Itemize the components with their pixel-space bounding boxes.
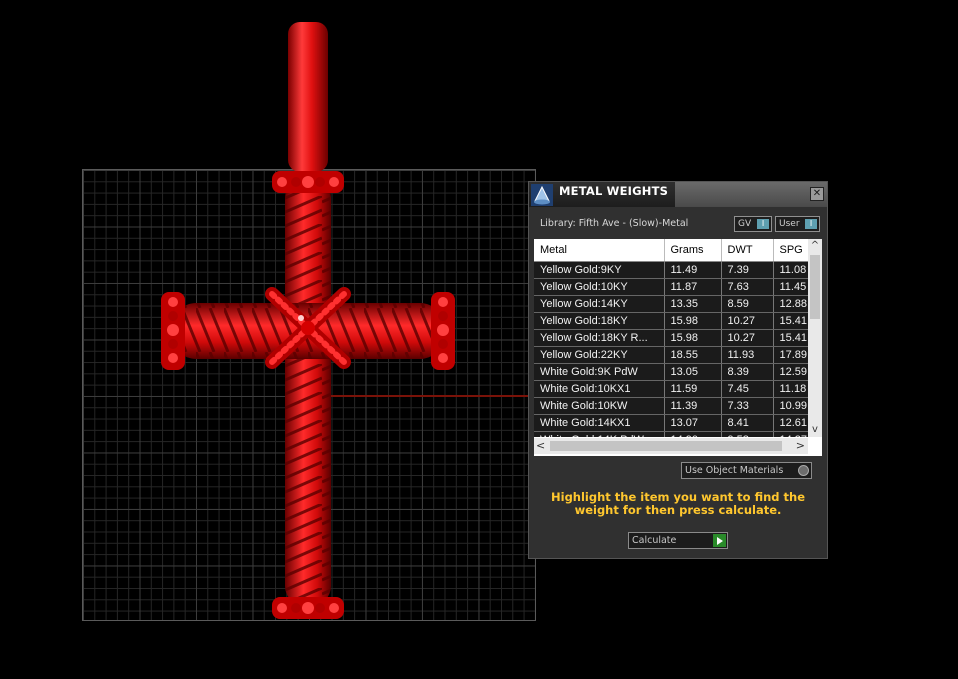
table-cell-spg: 10.99 [773, 397, 808, 415]
table-row[interactable]: White Gold:14KX1 13.07 8.41 12.61 [534, 414, 808, 432]
table-cell-dwt: 7.33 [721, 397, 774, 415]
calculate-label: Calculate [632, 535, 677, 546]
table-row[interactable]: Yellow Gold:22KY 18.55 11.93 17.89 [534, 346, 808, 364]
table-cell-spg: 15.41 [773, 329, 808, 347]
metal-table: Metal Grams DWT SPG Yellow Gold:9KY 11.49… [534, 239, 808, 437]
table-cell-spg: 11.18 [773, 380, 808, 398]
scroll-right-icon[interactable]: > [796, 439, 805, 452]
right-cap [431, 292, 455, 370]
scroll-left-icon[interactable]: < [536, 439, 545, 452]
table-cell-metal: Yellow Gold:10KY [534, 278, 665, 296]
table-row[interactable]: White Gold:14K PdW14.909.5814.37 [534, 431, 808, 437]
table-cell-grams: 13.05 [664, 363, 722, 381]
bail [288, 22, 328, 172]
table-cell-grams: 13.07 [664, 414, 722, 432]
table-cell-dwt: 8.59 [721, 295, 774, 313]
table-row[interactable]: Yellow Gold:14KY 13.35 8.59 12.88 [534, 295, 808, 313]
table-row[interactable]: Yellow Gold:18KY R... 15.98 10.27 15.41 [534, 329, 808, 347]
library-label: Library: Fifth Ave - (Slow)-Metal [540, 218, 689, 229]
table-cell-grams: 18.55 [664, 346, 722, 364]
table-cell-metal: Yellow Gold:18KY R... [534, 329, 665, 347]
use-object-materials-label: Use Object Materials [685, 465, 784, 476]
table-cell-spg: 11.45 [773, 278, 808, 296]
table-cell-grams: 11.59 [664, 380, 722, 398]
table-cell-metal: White Gold:14K PdW [534, 431, 665, 437]
gv-toggle-label: GV [738, 219, 752, 229]
table-cell-spg: 15.41 [773, 312, 808, 330]
scale-icon [531, 184, 553, 206]
scroll-down-icon[interactable]: v [808, 423, 822, 437]
metal-weights-panel: METAL WEIGHTS ✕ Library: Fifth Ave - (Sl… [528, 181, 828, 559]
table-cell-grams: 11.49 [664, 261, 722, 279]
table-header: Metal Grams DWT SPG [534, 239, 808, 262]
radio-knob-icon[interactable] [798, 465, 809, 476]
top-cap [272, 171, 344, 193]
table-cell-dwt: 9.58 [721, 431, 774, 437]
calculate-button[interactable]: Calculate [628, 532, 728, 549]
user-toggle-label: User [779, 219, 800, 229]
table-cell-grams: 15.98 [664, 329, 722, 347]
panel-title: METAL WEIGHTS [559, 184, 669, 198]
table-cell-spg: 11.08 [773, 261, 808, 279]
table-cell-metal: Yellow Gold:22KY [534, 346, 665, 364]
horizontal-scroll-thumb[interactable] [550, 441, 782, 451]
table-cell-dwt: 8.39 [721, 363, 774, 381]
table-cell-spg: 12.59 [773, 363, 808, 381]
table-cell-metal: White Gold:10KW [534, 397, 665, 415]
table-row[interactable]: White Gold:9K PdW 13.05 8.39 12.59 [534, 363, 808, 381]
table-cell-spg: 12.88 [773, 295, 808, 313]
table-row[interactable]: Yellow Gold:18KY 15.98 10.27 15.41 [534, 312, 808, 330]
table-cell-grams: 14.90 [664, 431, 722, 437]
table-cell-dwt: 7.45 [721, 380, 774, 398]
scroll-up-icon[interactable]: ^ [808, 239, 822, 253]
column-header-metal[interactable]: Metal [534, 239, 665, 262]
table-cell-dwt: 11.93 [721, 346, 774, 364]
table-cell-dwt: 7.39 [721, 261, 774, 279]
toggle-knob-icon: I [757, 219, 769, 229]
vertical-twist [285, 178, 331, 606]
table-cell-grams: 13.35 [664, 295, 722, 313]
table-row[interactable]: White Gold:10KX1 11.59 7.45 11.18 [534, 380, 808, 398]
bottom-cap [272, 597, 344, 619]
column-header-grams[interactable]: Grams [664, 239, 722, 262]
table-cell-grams: 11.87 [664, 278, 722, 296]
table-cell-metal: Yellow Gold:9KY [534, 261, 665, 279]
table-cell-metal: Yellow Gold:18KY [534, 312, 665, 330]
table-cell-spg: 12.61 [773, 414, 808, 432]
table-row[interactable]: Yellow Gold:9KY 11.49 7.39 11.08 [534, 261, 808, 279]
table-cell-dwt: 10.27 [721, 312, 774, 330]
column-header-dwt[interactable]: DWT [721, 239, 774, 262]
close-icon[interactable]: ✕ [810, 187, 824, 201]
panel-titlebar[interactable]: METAL WEIGHTS ✕ [529, 182, 827, 207]
toggle-knob-icon: I [805, 219, 817, 229]
table-row[interactable]: Yellow Gold:10KY 11.87 7.63 11.45 [534, 278, 808, 296]
table-cell-dwt: 10.27 [721, 329, 774, 347]
table-cell-grams: 11.39 [664, 397, 722, 415]
horizontal-scrollbar[interactable]: < > [534, 438, 808, 454]
use-object-materials-toggle[interactable]: Use Object Materials [681, 462, 812, 479]
table-cell-dwt: 7.63 [721, 278, 774, 296]
vertical-scrollbar[interactable]: ^ v [808, 239, 822, 437]
table-cell-metal: Yellow Gold:14KY [534, 295, 665, 313]
vertical-scroll-thumb[interactable] [810, 255, 820, 319]
table-cell-dwt: 8.41 [721, 414, 774, 432]
table-cell-metal: White Gold:10KX1 [534, 380, 665, 398]
table-cell-spg: 17.89 [773, 346, 808, 364]
metal-table-container: Metal Grams DWT SPG Yellow Gold:9KY 11.49… [534, 239, 822, 456]
left-cap [161, 292, 185, 370]
gv-toggle[interactable]: GV I [734, 216, 772, 232]
user-toggle[interactable]: User I [775, 216, 820, 232]
table-row[interactable]: White Gold:10KW 11.39 7.33 10.99 [534, 397, 808, 415]
instructions-text: Highlight the item you want to find the … [551, 490, 805, 517]
table-cell-metal: White Gold:14KX1 [534, 414, 665, 432]
table-cell-grams: 15.98 [664, 312, 722, 330]
column-header-spg[interactable]: SPG [773, 239, 808, 262]
table-cell-metal: White Gold:9K PdW [534, 363, 665, 381]
table-cell-spg: 14.37 [773, 431, 808, 437]
play-arrow-icon[interactable] [713, 534, 726, 547]
